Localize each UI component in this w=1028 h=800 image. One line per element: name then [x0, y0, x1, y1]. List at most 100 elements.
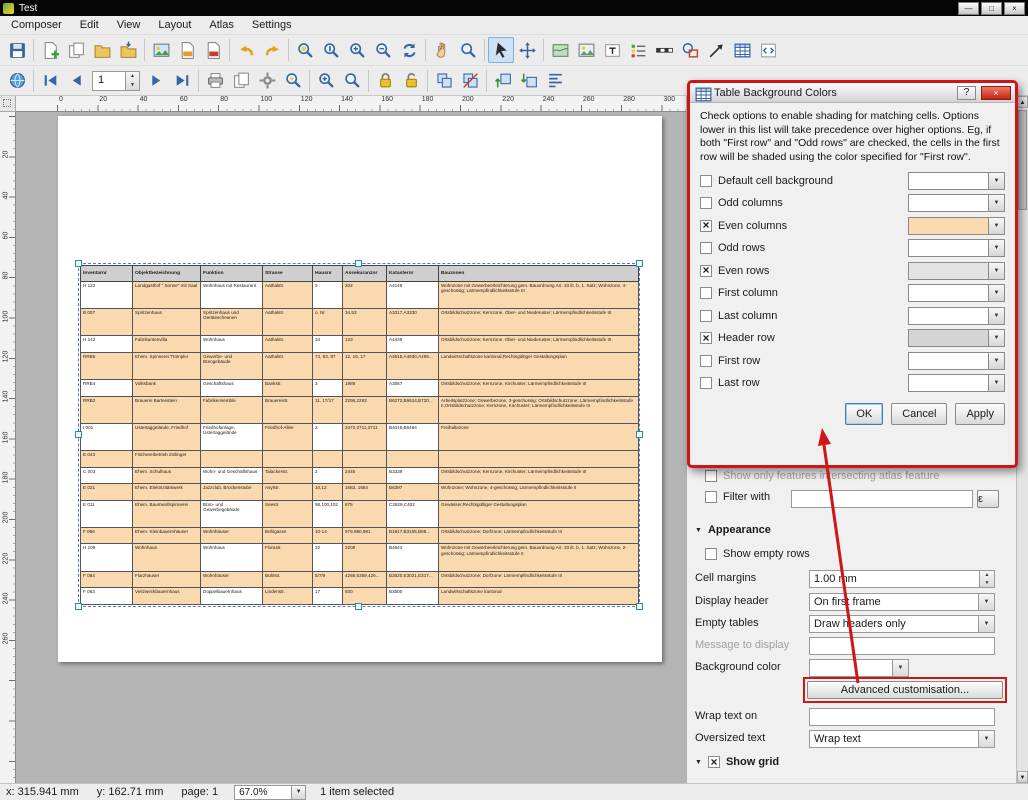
zoom-full-button[interactable] — [292, 37, 318, 63]
option-checkbox[interactable] — [700, 287, 712, 299]
ungroup-items-button[interactable] — [457, 68, 483, 94]
atlas-feature-checkbox[interactable] — [705, 470, 717, 482]
color-dropdown[interactable]: ▼ — [908, 194, 1005, 212]
add-html-frame-button[interactable] — [755, 37, 781, 63]
appearance-section-header[interactable]: ▼ Appearance — [695, 524, 771, 536]
color-dropdown[interactable]: ▼ — [908, 352, 1005, 370]
export-svg-button[interactable] — [174, 37, 200, 63]
spin-down-icon[interactable]: ▼ — [980, 579, 994, 587]
empty-tables-dropdown[interactable]: Draw headers only ▼ — [809, 615, 995, 633]
save-project-button[interactable] — [4, 37, 30, 63]
export-pdf-button[interactable] — [200, 37, 226, 63]
scroll-up-icon[interactable]: ▲ — [1017, 96, 1028, 108]
zoom-to-width-button[interactable] — [339, 68, 365, 94]
minimize-button[interactable]: — — [958, 2, 979, 15]
spin-up-icon[interactable]: ▲ — [980, 571, 994, 579]
option-checkbox[interactable] — [700, 265, 712, 277]
color-dropdown[interactable]: ▼ — [908, 262, 1005, 280]
color-dropdown[interactable]: ▼ — [908, 307, 1005, 325]
add-image-button[interactable] — [573, 37, 599, 63]
show-grid-section-header[interactable]: ▼ Show grid — [695, 756, 779, 768]
color-dropdown[interactable]: ▼ — [908, 172, 1005, 190]
advanced-customisation-button[interactable]: Advanced customisation... — [807, 681, 1003, 699]
export-atlas-button[interactable] — [228, 68, 254, 94]
zoom-to-selection-button[interactable] — [313, 68, 339, 94]
filter-expression-input[interactable] — [791, 490, 973, 508]
menu-item[interactable]: Atlas — [200, 17, 242, 33]
spin-arrows[interactable]: ▲▼ — [979, 571, 994, 587]
dialog-close-button[interactable]: × — [981, 86, 1011, 100]
atlas-settings-button[interactable] — [254, 68, 280, 94]
dialog-title-bar[interactable]: Table Background Colors ? × — [690, 83, 1015, 103]
selection-handle[interactable] — [355, 603, 362, 610]
composition-page[interactable]: InventarnrObjektbezeichnungFunktionStras… — [58, 116, 662, 662]
ok-button[interactable]: OK — [845, 403, 883, 425]
group-items-button[interactable] — [431, 68, 457, 94]
background-color-dropdown[interactable]: ▼ — [809, 659, 909, 677]
add-map-button[interactable] — [547, 37, 573, 63]
select-move-item-button[interactable] — [488, 37, 514, 63]
move-item-content-button[interactable] — [514, 37, 540, 63]
snap-grid-button[interactable] — [4, 68, 30, 94]
filter-with-checkbox[interactable] — [705, 491, 717, 503]
lower-items-button[interactable] — [516, 68, 542, 94]
cancel-button[interactable]: Cancel — [891, 403, 947, 425]
option-checkbox[interactable] — [700, 310, 712, 322]
color-dropdown[interactable]: ▼ — [908, 284, 1005, 302]
cell-margins-spinbox[interactable]: 1.00 mm ▲▼ — [809, 570, 995, 588]
add-arrow-button[interactable] — [703, 37, 729, 63]
dialog-help-button[interactable]: ? — [957, 86, 976, 100]
show-empty-rows-checkbox[interactable] — [705, 548, 717, 560]
apply-button[interactable]: Apply — [955, 403, 1005, 425]
atlas-previous-feature-button[interactable] — [63, 68, 89, 94]
composer-manager-button[interactable] — [89, 37, 115, 63]
selection-handle[interactable] — [636, 260, 643, 267]
attribute-table-item[interactable]: InventarnrObjektbezeichnungFunktionStras… — [80, 265, 638, 605]
atlas-last-feature-button[interactable] — [169, 68, 195, 94]
close-button[interactable]: × — [1004, 2, 1025, 15]
spin-arrows[interactable]: ▲▼ — [125, 72, 139, 90]
print-atlas-button[interactable] — [202, 68, 228, 94]
undo-button[interactable] — [233, 37, 259, 63]
pan-button[interactable] — [429, 37, 455, 63]
composition-canvas[interactable]: InventarnrObjektbezeichnungFunktionStras… — [16, 112, 686, 783]
menu-item[interactable]: Edit — [71, 17, 108, 33]
atlas-page-spinbox[interactable]: 1▲▼ — [92, 71, 140, 91]
atlas-next-feature-button[interactable] — [143, 68, 169, 94]
duplicate-composer-button[interactable] — [63, 37, 89, 63]
zoom-in-button[interactable] — [344, 37, 370, 63]
raise-items-button[interactable] — [490, 68, 516, 94]
new-composer-button[interactable] — [37, 37, 63, 63]
add-scalebar-button[interactable] — [651, 37, 677, 63]
refresh-view-button[interactable] — [396, 37, 422, 63]
add-legend-button[interactable] — [625, 37, 651, 63]
color-dropdown[interactable]: ▼ — [908, 374, 1005, 392]
selection-handle[interactable] — [636, 603, 643, 610]
add-attribute-table-button[interactable] — [729, 37, 755, 63]
add-label-button[interactable] — [599, 37, 625, 63]
option-checkbox[interactable] — [700, 197, 712, 209]
wrap-text-on-input[interactable] — [809, 708, 995, 726]
selection-handle[interactable] — [636, 431, 643, 438]
show-grid-checkbox[interactable] — [708, 756, 720, 768]
option-checkbox[interactable] — [700, 175, 712, 187]
option-checkbox[interactable] — [700, 377, 712, 389]
zoom-level-combobox[interactable]: 67.0% ▼ — [234, 785, 306, 800]
zoom-100-button[interactable] — [318, 37, 344, 63]
option-checkbox[interactable] — [700, 242, 712, 254]
scroll-down-icon[interactable]: ▼ — [1017, 771, 1028, 783]
add-shape-button[interactable] — [677, 37, 703, 63]
preview-atlas-button[interactable] — [280, 68, 306, 94]
selection-handle[interactable] — [75, 431, 82, 438]
color-dropdown[interactable]: ▼ — [908, 239, 1005, 257]
selection-handle[interactable] — [75, 603, 82, 610]
color-dropdown[interactable]: ▼ — [908, 217, 1005, 235]
redo-button[interactable] — [259, 37, 285, 63]
export-image-button[interactable] — [148, 37, 174, 63]
option-checkbox[interactable] — [700, 332, 712, 344]
selection-handle[interactable] — [75, 260, 82, 267]
option-checkbox[interactable] — [700, 220, 712, 232]
menu-item[interactable]: Composer — [2, 17, 71, 33]
menu-item[interactable]: Settings — [243, 17, 301, 33]
align-items-button[interactable] — [542, 68, 568, 94]
